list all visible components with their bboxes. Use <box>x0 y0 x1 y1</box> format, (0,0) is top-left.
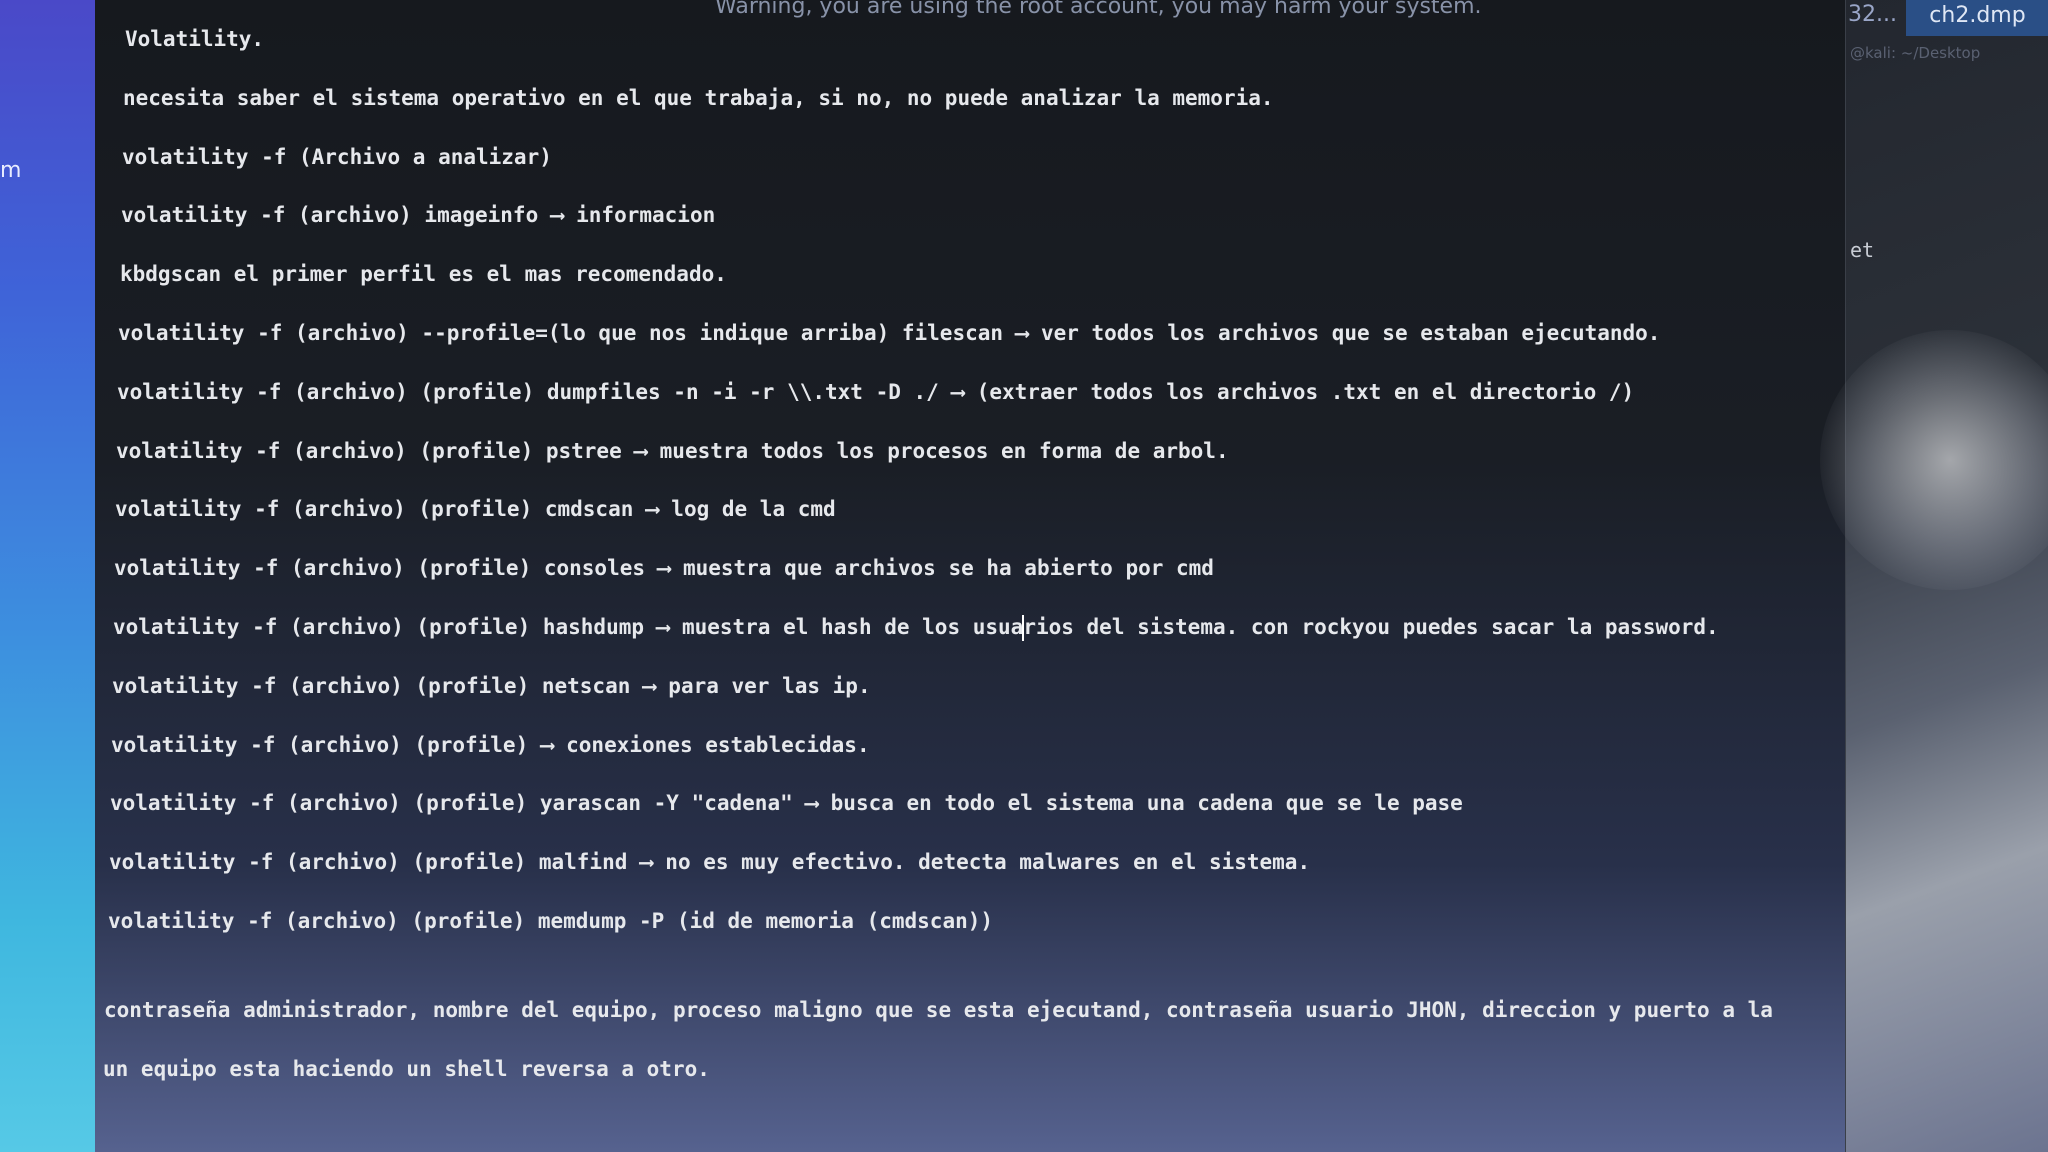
text-line[interactable]: volatility -f (archivo) (profile) ⟶ cone… <box>95 728 1845 787</box>
tab-bar: 32... ch2.dmp <box>1846 0 2048 36</box>
tab-partial[interactable]: 32... <box>1848 2 1897 27</box>
text-line[interactable]: volatility -f (archivo) (profile) netsca… <box>95 669 1845 728</box>
side-partial-text: et <box>1850 238 1875 262</box>
text-line[interactable]: volatility -f (Archivo a analizar) <box>95 140 1845 199</box>
text-line[interactable]: volatility -f (archivo) (profile) dumpfi… <box>95 375 1845 434</box>
text-line[interactable]: volatility -f (archivo) imageinfo ⟶ info… <box>95 198 1845 257</box>
text-line[interactable]: volatility -f (archivo) (profile) consol… <box>95 551 1845 610</box>
blank-line[interactable] <box>95 963 1845 993</box>
desktop-partial-label: m <box>0 158 22 183</box>
text-after-cursor: rios del sistema. con rockyou puedes sac… <box>1023 614 1719 639</box>
text-line[interactable]: volatility -f (archivo) (profile) memdum… <box>95 904 1845 963</box>
text-line[interactable]: volatility -f (archivo) (profile) malfin… <box>95 845 1845 904</box>
text-before-cursor: volatility -f (archivo) (profile) hashdu… <box>113 614 1024 639</box>
text-line[interactable]: volatility -f (archivo) (profile) yarasc… <box>95 786 1845 845</box>
text-line[interactable]: volatility -f (archivo) (profile) cmdsca… <box>95 492 1845 551</box>
root-warning-banner: Warning, you are using the root account,… <box>715 0 1482 19</box>
text-line[interactable]: un equipo esta haciendo un shell reversa… <box>95 1052 1845 1111</box>
text-line[interactable]: kbdgscan el primer perfil es el mas reco… <box>95 257 1845 316</box>
text-line[interactable]: volatility -f (archivo) --profile=(lo qu… <box>95 316 1845 375</box>
text-line[interactable]: contraseña administrador, nombre del equ… <box>95 993 1845 1052</box>
text-line-with-cursor[interactable]: volatility -f (archivo) (profile) hashdu… <box>95 610 1845 669</box>
tab-ch2-dmp[interactable]: ch2.dmp <box>1906 0 2048 36</box>
text-line[interactable]: necesita saber el sistema operativo en e… <box>95 81 1845 140</box>
text-line[interactable]: volatility -f (archivo) (profile) pstree… <box>95 434 1845 493</box>
screen: m Warning, you are using the root accoun… <box>0 0 2048 1152</box>
text-editor[interactable]: Warning, you are using the root account,… <box>95 0 1845 1152</box>
editor-text-area[interactable]: Volatility. necesita saber el sistema op… <box>95 22 1845 1110</box>
path-hint: @kali: ~/Desktop <box>1850 44 1981 62</box>
text-line[interactable]: Volatility. <box>95 22 1845 81</box>
desktop-background: m <box>0 0 95 1152</box>
